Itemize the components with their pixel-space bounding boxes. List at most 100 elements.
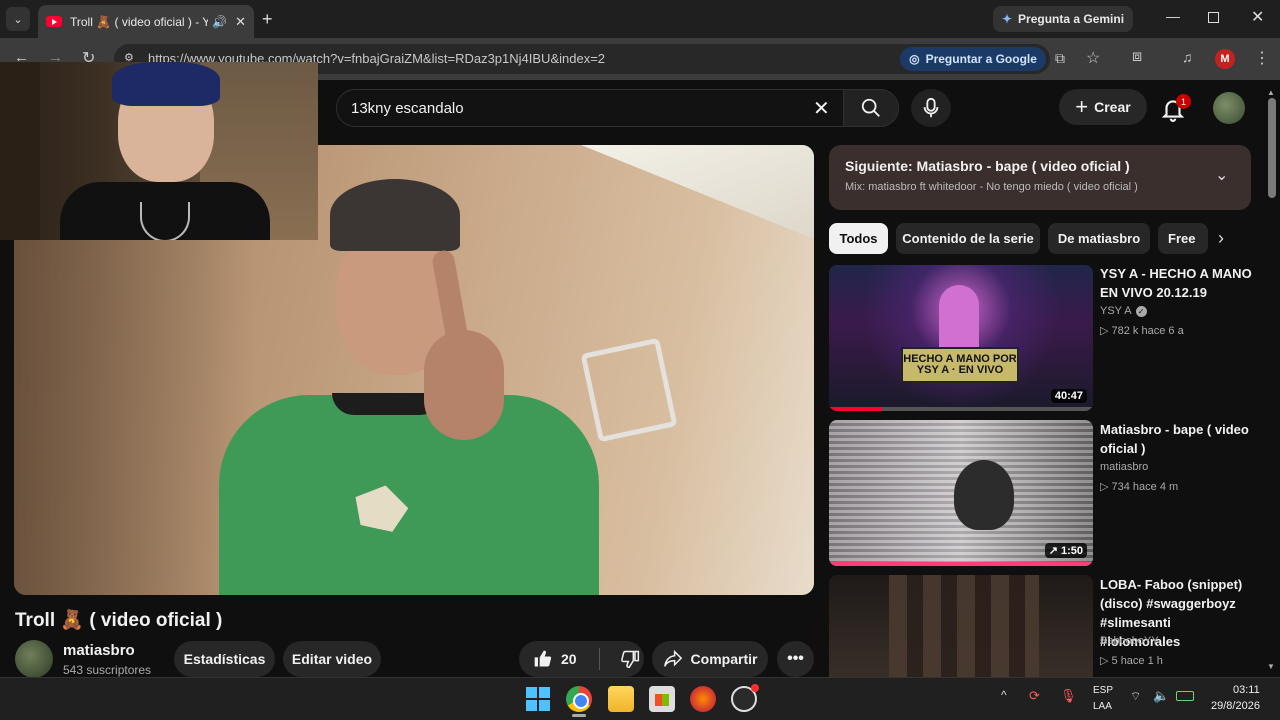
voice-search-button[interactable]	[911, 89, 951, 127]
notification-badge: 1	[1176, 94, 1191, 109]
tab-audio-icon[interactable]: 🔊	[212, 15, 227, 29]
playlist-panel[interactable]: Siguiente: Matiasbro - bape ( video ofic…	[829, 145, 1251, 210]
tab-title: Troll 🧸 ( video oficial ) - Yo	[70, 14, 209, 29]
clock-date[interactable]: 29/8/2026	[1211, 700, 1260, 712]
playlist-next-title: Siguiente: Matiasbro - bape ( video ofic…	[845, 158, 1130, 174]
tab-close-icon[interactable]: ✕	[235, 14, 246, 30]
ask-google-label: Preguntar a Google	[925, 52, 1037, 66]
related-channel[interactable]: BabooboYY	[1100, 635, 1159, 647]
youtube-favicon-icon	[46, 16, 62, 27]
wifi-icon[interactable]: ⌔	[1130, 689, 1141, 704]
like-dislike-group: 20	[519, 641, 644, 677]
related-meta: ▷ 5 hace 1 h	[1100, 655, 1163, 667]
ask-google-button[interactable]: ◎ Preguntar a Google	[900, 47, 1046, 71]
video-title: Troll 🧸 ( video oficial )	[15, 610, 223, 631]
verified-icon: ✓	[1135, 305, 1147, 317]
plus-icon: +	[1075, 94, 1089, 119]
bookmark-star-icon[interactable]: ☆	[1086, 48, 1100, 68]
volume-icon[interactable]: 🔈	[1153, 688, 1169, 704]
share-label: Compartir	[690, 651, 758, 667]
clock-time[interactable]: 03:11	[1233, 684, 1260, 696]
related-title[interactable]: YSY A - HECHO A MANO EN VIVO 20.12.19	[1100, 264, 1252, 302]
fl-studio-icon[interactable]	[690, 686, 716, 712]
chevron-down-icon[interactable]: ⌄	[1215, 165, 1228, 185]
extensions-icon[interactable]: ⧈	[1132, 48, 1142, 66]
windows-taskbar	[0, 677, 1280, 720]
browser-menu-icon[interactable]: ⋮	[1254, 48, 1270, 68]
gemini-button[interactable]: ✦ Pregunta a Gemini	[993, 6, 1133, 32]
sync-tray-icon[interactable]: ⟳	[1029, 688, 1040, 704]
chip-channel[interactable]: De matiasbro	[1048, 223, 1150, 254]
share-icon	[663, 650, 682, 667]
recording-dot-icon	[751, 684, 759, 692]
related-thumbnail[interactable]: ↗ 1:50	[829, 420, 1093, 566]
clear-search-icon[interactable]: ✕	[813, 96, 830, 121]
related-channel[interactable]: YSY A ✓	[1100, 305, 1147, 317]
create-label: Crear	[1094, 99, 1131, 115]
window-close-button[interactable]: ✕	[1251, 7, 1264, 27]
search-icon	[861, 98, 880, 117]
related-meta: ▷ 734 hace 4 m	[1100, 481, 1179, 493]
account-avatar[interactable]	[1213, 92, 1245, 124]
search-input[interactable]: 13kny escandalo ✕	[336, 89, 844, 127]
microphone-tray-icon[interactable]: 🎙	[1060, 688, 1077, 704]
chrome-taskbar-icon[interactable]	[566, 686, 592, 712]
profile-avatar[interactable]: M	[1215, 49, 1235, 69]
video-duration: ↗ 1:50	[1044, 543, 1087, 558]
store-icon[interactable]	[649, 686, 675, 712]
gemini-icon: ✦	[1001, 12, 1013, 26]
subscriber-count: 543 suscriptores	[63, 663, 152, 677]
more-actions-icon[interactable]: •••	[777, 641, 814, 677]
person-cap	[330, 179, 460, 251]
webcam-overlay	[0, 62, 318, 240]
chevron-right-icon[interactable]: ›	[1218, 228, 1224, 249]
like-count: 20	[561, 651, 577, 667]
watch-progress-bar	[829, 407, 1093, 411]
battery-icon[interactable]	[1176, 691, 1194, 701]
related-title[interactable]: Matiasbro - bape ( video oficial )	[1100, 420, 1252, 458]
media-controls-icon[interactable]: ♫	[1182, 49, 1193, 65]
new-tab-button[interactable]: +	[262, 9, 273, 30]
webcam-hair	[112, 62, 220, 106]
channel-name[interactable]: matiasbro	[63, 642, 135, 659]
language-indicator[interactable]: ESP	[1093, 685, 1113, 696]
install-app-icon[interactable]: ⧉	[1055, 50, 1065, 67]
related-thumbnail[interactable]: HECHO A MANO POR YSY A · EN VIVO 40:47	[829, 265, 1093, 411]
google-lens-icon: ◎	[909, 52, 920, 66]
browser-tab-strip: ⌄ Troll 🧸 ( video oficial ) - Yo 🔊 ✕ + ✦…	[0, 0, 1280, 38]
like-icon[interactable]	[533, 649, 553, 669]
scroll-down-arrow-icon[interactable]: ▼	[1267, 662, 1275, 671]
chip-serie[interactable]: Contenido de la serie	[896, 223, 1040, 254]
file-explorer-icon[interactable]	[608, 686, 634, 712]
window-minimize-button[interactable]: —	[1166, 8, 1180, 24]
edit-video-button[interactable]: Editar video	[283, 641, 381, 677]
window-maximize-button[interactable]	[1208, 12, 1219, 23]
keyboard-layout-indicator[interactable]: LAA	[1093, 701, 1112, 712]
active-app-indicator	[572, 714, 586, 717]
related-thumbnail[interactable]	[829, 575, 1093, 685]
playlist-mix-subtitle: Mix: matiasbro ft whitedoor - No tengo m…	[845, 181, 1138, 193]
channel-avatar[interactable]	[15, 640, 53, 678]
start-menu-icon[interactable]	[525, 686, 551, 712]
gemini-label: Pregunta a Gemini	[1018, 12, 1125, 26]
browser-tab[interactable]: Troll 🧸 ( video oficial ) - Yo 🔊 ✕	[38, 5, 254, 38]
video-duration: 40:47	[1050, 389, 1087, 403]
wall-mount	[580, 337, 678, 443]
scroll-up-arrow-icon[interactable]: ▲	[1267, 88, 1275, 97]
chip-todos[interactable]: Todos	[829, 223, 888, 254]
tab-search-button[interactable]: ⌄	[6, 7, 30, 31]
share-button[interactable]: Compartir	[652, 641, 768, 677]
microphone-icon	[923, 97, 939, 118]
analytics-button[interactable]: Estadísticas	[174, 641, 275, 677]
dislike-icon[interactable]	[620, 649, 640, 669]
chip-free[interactable]: Free	[1158, 223, 1208, 254]
related-meta: ▷ 782 k hace 6 a	[1100, 325, 1184, 337]
thumbnail-banner-text: HECHO A MANO POR YSY A · EN VIVO	[901, 347, 1019, 383]
person-shirt	[219, 395, 599, 595]
create-button[interactable]: + Crear	[1059, 89, 1147, 125]
search-button[interactable]	[843, 89, 899, 127]
scrollbar-thumb[interactable]	[1268, 98, 1276, 198]
hidden-icons-chevron-icon[interactable]: ^	[1001, 688, 1007, 702]
search-query[interactable]: 13kny escandalo	[351, 100, 464, 117]
related-channel[interactable]: matiasbro	[1100, 461, 1148, 473]
